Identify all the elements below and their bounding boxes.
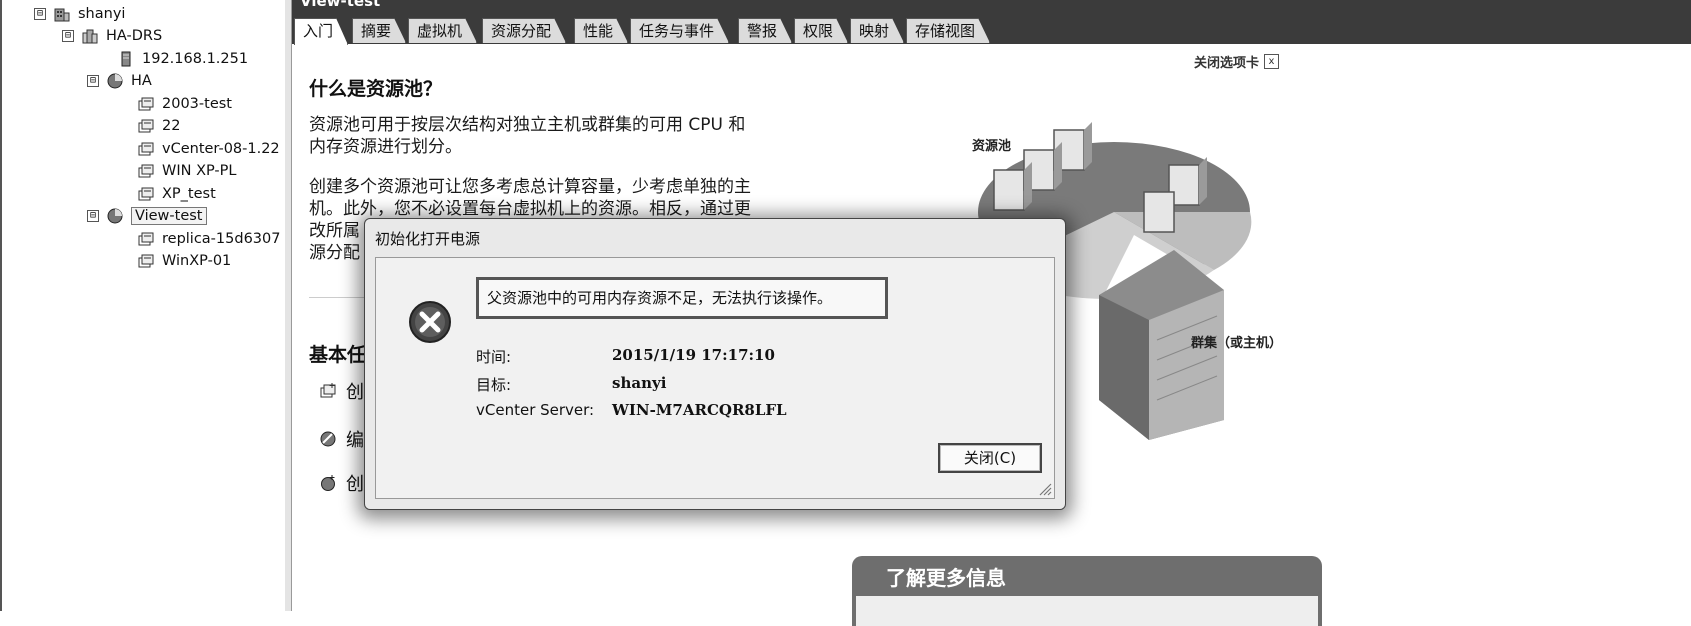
task-link-edit[interactable]: 编 [320,426,364,452]
vm-icon [138,232,154,246]
close-button[interactable]: 关闭(C) [938,443,1042,473]
tree-item-label: 22 [162,118,181,134]
task-link-create[interactable]: 创 [320,378,364,404]
cluster-icon [82,29,98,44]
tab-performance[interactable]: 性能 [574,18,628,43]
inventory-tree[interactable]: ⊟ shanyi ⊟ HA-DRS 192.168.1.251 ⊟ HA 200… [0,0,286,611]
time-label: 时间: [476,348,512,366]
tree-item-label-selected: View-test [131,207,207,225]
collapse-icon[interactable]: ⊟ [62,30,74,42]
vcenter-label: vCenter Server: [476,401,595,419]
vm-icon [138,119,154,133]
dialog-body: 父资源池中的可用内存资源不足，无法执行该操作。 时间: 2015/1/19 17… [375,257,1055,499]
text-line: 创建多个资源池可让您多考虑总计算容量，少考虑单独的主 [309,177,751,197]
tree-item-label: XP_test [162,186,216,202]
page-heading: 什么是资源池？ [309,78,443,100]
vm-icon [138,164,154,178]
tree-item-vm[interactable]: 22 [138,116,180,136]
new-pool-icon [321,475,335,491]
error-icon [409,301,451,343]
tree-item-label: replica-15d6307 [162,231,281,247]
edit-pool-icon [320,431,336,447]
vm-icon [138,142,154,156]
vcenter-value: WIN-M7ARCQR8LFL [612,401,787,419]
tab-summary[interactable]: 摘要 [352,18,406,43]
tree-item-host[interactable]: 192.168.1.251 [118,49,248,69]
learn-more-body [856,596,1318,626]
resource-pool-icon [107,73,123,89]
tab-bar: View-test 入门 摘要 虚拟机 资源分配 性能 任务与事件 警报 权限 … [292,0,1691,44]
tree-item-vm[interactable]: vCenter-08-1.22 [138,139,283,159]
tree-item-shanyi[interactable]: ⊟ shanyi [34,4,125,24]
tree-item-label: shanyi [78,6,126,22]
text-line: 内存资源进行划分。 [309,137,462,157]
tree-item-label: HA [131,73,152,89]
tab-virtual-machines[interactable]: 虚拟机 [408,18,477,43]
tab-alarms[interactable]: 警报 [738,18,792,43]
tree-item-label: WinXP-01 [162,253,232,269]
illustration-label-cluster: 群集（或主机） [1191,336,1283,351]
illustration-label-pool: 资源池 [972,139,1012,154]
time-value: 2015/1/19 17:17:10 [612,346,775,364]
target-label: 目标: [476,376,512,394]
vm-icon [138,187,154,201]
task-link-create-pool[interactable]: 创 [320,470,364,496]
tree-item-label: 2003-test [162,96,232,112]
tree-item-vm[interactable]: 2003-test [138,94,232,114]
tab-maps[interactable]: 映射 [850,18,904,43]
resource-pool-icon [107,208,123,224]
resize-grip-icon[interactable] [1036,480,1052,496]
task-label: 编 [346,430,364,451]
dialog-title: 初始化打开电源 [375,230,481,248]
text-line: 资源池可用于按层次结构对独立主机或群集的可用 CPU 和 [309,115,746,135]
tab-storage-views[interactable]: 存储视图 [906,18,990,43]
text-line: 机。此外，您不必设置每台虚拟机上的资源。相反，通过更 [309,199,751,219]
tree-item-vm[interactable]: WinXP-01 [138,251,231,271]
tree-item-label: vCenter-08-1.22 [162,141,280,157]
basic-tasks-heading: 基本任 [309,344,367,366]
vm-icon [138,254,154,268]
tree-item-vm[interactable]: WIN XP-PL [138,161,236,181]
close-tab-label: 关闭选项卡 [1194,56,1260,71]
tab-getting-started[interactable]: 入门 [294,18,348,45]
collapse-icon[interactable]: ⊟ [87,210,99,222]
task-label: 创 [346,474,364,495]
datacenter-icon [54,8,70,22]
tree-item-vm[interactable]: replica-15d6307 [138,229,283,249]
tree-left-border [0,0,2,611]
new-vm-icon [320,383,336,398]
vm-icon [138,97,154,111]
tab-tasks-events[interactable]: 任务与事件 [630,18,729,43]
tree-item-label: WIN XP-PL [162,163,237,179]
tree-item-label: 192.168.1.251 [142,51,249,67]
collapse-icon[interactable]: ⊟ [34,8,46,20]
tree-item-label: HA-DRS [106,28,163,44]
task-label: 创 [346,382,364,403]
tree-item-vm[interactable]: XP_test [138,184,216,204]
error-message: 父资源池中的可用内存资源不足，无法执行该操作。 [476,277,888,319]
error-dialog: 初始化打开电源 父资源池中的可用内存资源不足，无法执行该操作。 时间: 2015… [364,218,1066,510]
tab-resource-allocation[interactable]: 资源分配 [482,18,566,43]
close-icon[interactable]: x [1264,54,1280,69]
host-icon [121,51,131,67]
collapse-icon[interactable]: ⊟ [87,75,99,87]
target-value: shanyi [612,374,667,392]
learn-more-heading: 了解更多信息 [886,566,1006,590]
intro-paragraph: 资源池可用于按层次结构对独立主机或群集的可用 CPU 和 内存资源进行划分。 [309,114,809,158]
panel-title: View-test [292,0,1691,18]
tab-permissions[interactable]: 权限 [794,18,848,43]
pane-splitter[interactable] [285,0,292,611]
close-tab-link[interactable]: 关闭选项卡 x [1194,52,1280,71]
tree-item-view-test[interactable]: ⊟ View-test [87,206,207,226]
learn-more-panel: 了解更多信息 [852,556,1322,626]
tree-item-ha-drs[interactable]: ⊟ HA-DRS [62,26,162,46]
tree-item-ha[interactable]: ⊟ HA [87,71,152,91]
